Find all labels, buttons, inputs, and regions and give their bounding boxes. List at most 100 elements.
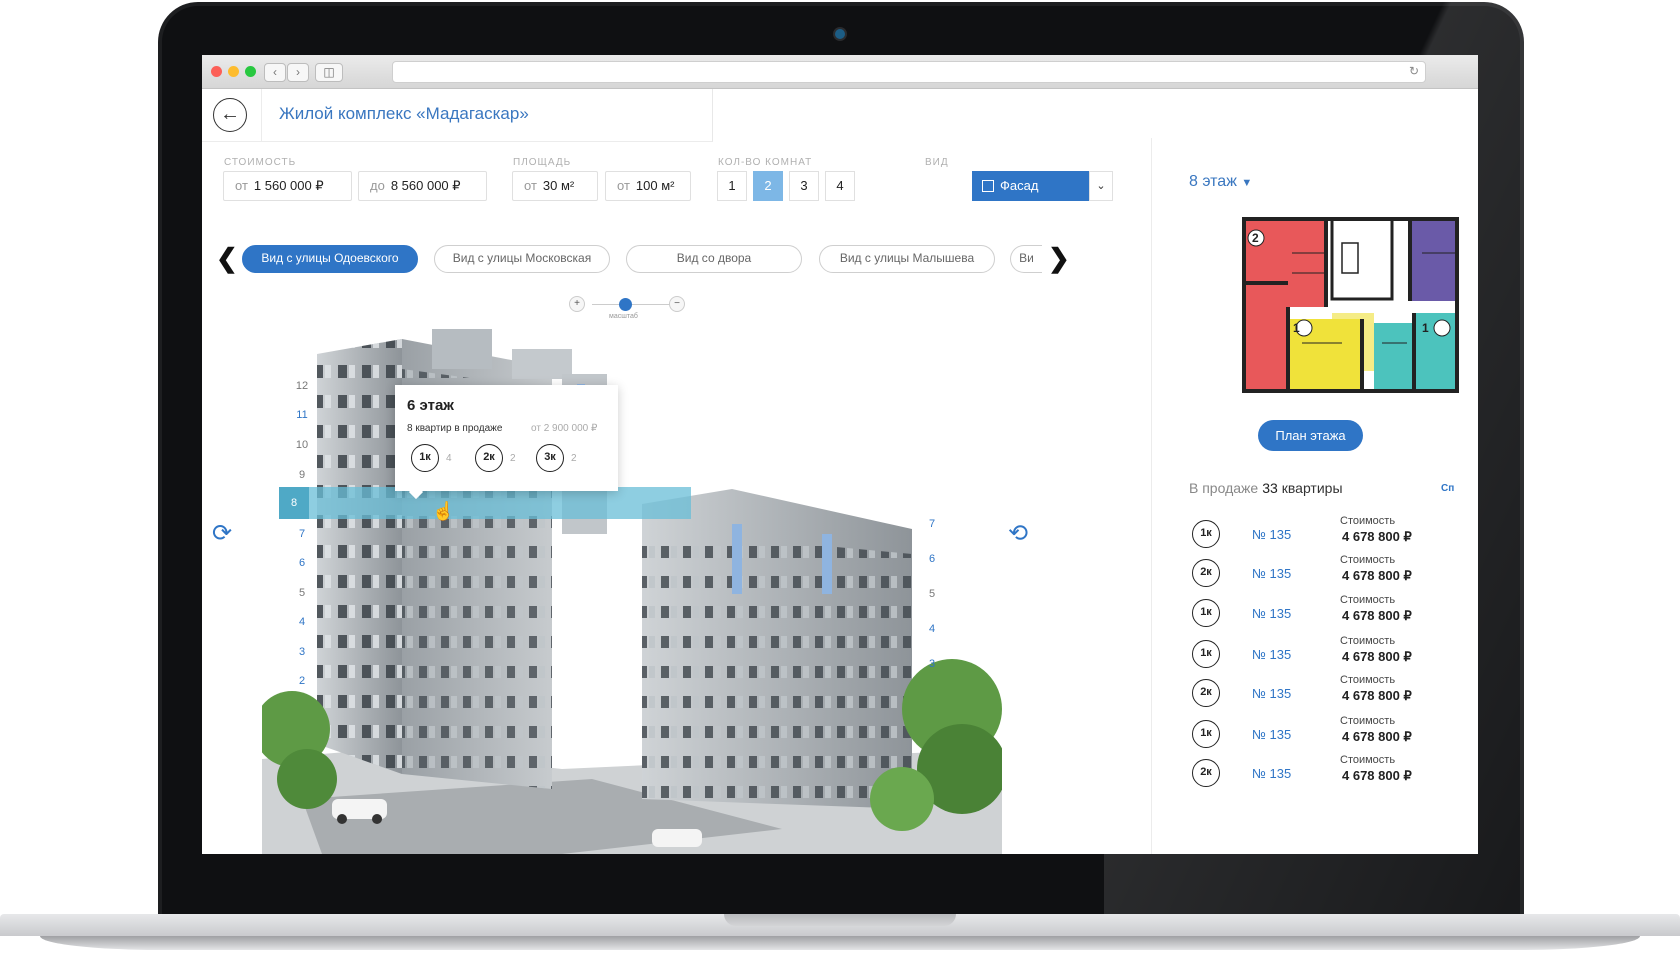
- floor-label-6[interactable]: 6: [292, 557, 312, 569]
- list-item[interactable]: 2к № 135 Стоимость 4 678 800 ₽: [1192, 674, 1462, 718]
- app-header: ← Жилой комплекс «Мадагаскар»: [202, 89, 713, 142]
- close-window-button[interactable]: [211, 66, 222, 77]
- chevron-down-icon: ▼: [1241, 177, 1253, 189]
- apartment-number[interactable]: № 135: [1252, 727, 1291, 742]
- floor-label-5[interactable]: 5: [292, 587, 312, 599]
- rooms-option-3[interactable]: 3: [789, 171, 819, 201]
- floor-plan[interactable]: 2 1 1: [1242, 213, 1478, 405]
- browser-back-button[interactable]: ‹: [264, 63, 286, 82]
- tab-view-partial[interactable]: Ви: [1010, 245, 1042, 273]
- zoom-slider-handle[interactable]: [619, 298, 632, 311]
- panel-divider: [1151, 138, 1152, 854]
- apartment-number[interactable]: № 135: [1252, 606, 1291, 621]
- floor-plan-button[interactable]: План этажа: [1258, 420, 1363, 451]
- tooltip-price: от 2 900 000 ₽: [531, 423, 598, 434]
- apartment-number[interactable]: № 135: [1252, 566, 1291, 581]
- area-to-field[interactable]: от 100 м²: [605, 171, 691, 201]
- list-item[interactable]: 2к № 135 Стоимость 4 678 800 ₽: [1192, 554, 1462, 598]
- room-type-badge: 1к: [1192, 599, 1220, 627]
- rotate-right-icon[interactable]: ⟲: [1008, 519, 1028, 548]
- floor-selector[interactable]: 8 этаж ▼: [1189, 173, 1252, 191]
- laptop-base: [0, 914, 1680, 965]
- tooltip-title: 6 этаж: [407, 397, 454, 414]
- price-filter-label: СТОИМОСТЬ: [224, 157, 297, 168]
- room-type-badge: 1к: [1192, 640, 1220, 668]
- area-from-field[interactable]: от 30 м²: [512, 171, 598, 201]
- floor-label-9[interactable]: 9: [292, 469, 312, 481]
- list-link[interactable]: Сп: [1441, 483, 1454, 494]
- tab-view-moskovskaya[interactable]: Вид с улицы Московская: [434, 245, 610, 273]
- address-bar[interactable]: ↻: [392, 61, 1426, 83]
- floor-label-right-5[interactable]: 5: [922, 588, 942, 600]
- room-type-badge: 2к: [1192, 679, 1220, 707]
- screen: ‹ › ◫ ↻ ← Жилой комплекс «Мадагаскар» СТ…: [202, 55, 1478, 854]
- laptop-notch: [724, 914, 956, 926]
- apartment-number[interactable]: № 135: [1252, 766, 1291, 781]
- tabs-next-arrow[interactable]: ❯: [1048, 243, 1070, 274]
- tooltip-badge-3k[interactable]: 3к: [536, 444, 564, 472]
- zoom-out-button[interactable]: −: [669, 296, 685, 312]
- room-type-badge: 1к: [1192, 520, 1220, 548]
- apartment-price: 4 678 800 ₽: [1342, 529, 1412, 544]
- zoom-label: масштаб: [609, 313, 638, 320]
- rooms-option-4[interactable]: 4: [825, 171, 855, 201]
- tab-view-odoevskogo[interactable]: Вид с улицы Одоевского: [242, 245, 418, 273]
- apartment-price: 4 678 800 ₽: [1342, 688, 1412, 703]
- floor-label-right-6[interactable]: 6: [922, 553, 942, 565]
- floor-label-3[interactable]: 3: [292, 646, 312, 658]
- floor-tooltip: 6 этаж 8 квартир в продаже от 2 900 000 …: [395, 385, 618, 500]
- tooltip-badge-1k[interactable]: 1к: [411, 444, 439, 472]
- tab-view-courtyard[interactable]: Вид со двора: [626, 245, 802, 273]
- floor-label-2[interactable]: 2: [292, 675, 312, 687]
- rooms-option-1[interactable]: 1: [717, 171, 747, 201]
- camera-icon: [835, 29, 845, 39]
- tabs-prev-arrow[interactable]: ❮: [216, 243, 238, 274]
- floor-label-4[interactable]: 4: [292, 616, 312, 628]
- floor-label-right-7[interactable]: 7: [922, 518, 942, 530]
- chevron-down-icon: ⌄: [1096, 180, 1106, 192]
- floor-label-7[interactable]: 7: [292, 528, 312, 540]
- tooltip-count-2k: 2: [510, 453, 516, 464]
- page-title: Жилой комплекс «Мадагаскар»: [279, 104, 529, 123]
- tooltip-badge-2k[interactable]: 2к: [475, 444, 503, 472]
- apartment-number[interactable]: № 135: [1252, 686, 1291, 701]
- plan-room-2-label: 2: [1252, 231, 1259, 245]
- view-dropdown-toggle[interactable]: ⌄: [1089, 171, 1113, 201]
- rooms-option-2[interactable]: 2: [753, 171, 783, 201]
- tooltip-count-3k: 2: [571, 453, 577, 464]
- list-item[interactable]: 2к № 135 Стоимость 4 678 800 ₽: [1192, 754, 1462, 798]
- back-button[interactable]: ←: [213, 98, 247, 132]
- highlighted-floor-band[interactable]: [279, 487, 691, 519]
- view-filter-label: ВИД: [925, 157, 949, 168]
- sidebar-toggle-button[interactable]: ◫: [315, 63, 343, 82]
- cursor-hand-icon: ☝: [432, 501, 455, 521]
- square-icon: [982, 180, 994, 192]
- floor-label-11[interactable]: 11: [292, 409, 312, 421]
- rotate-left-icon[interactable]: ⟳: [212, 519, 232, 548]
- list-item[interactable]: 1к № 135 Стоимость 4 678 800 ₽: [1192, 715, 1462, 759]
- tooltip-subtitle: 8 квартир в продаже: [407, 423, 503, 434]
- floor-label-10[interactable]: 10: [292, 439, 312, 451]
- list-item[interactable]: 1к № 135 Стоимость 4 678 800 ₽: [1192, 635, 1462, 679]
- room-type-badge: 1к: [1192, 720, 1220, 748]
- browser-forward-button[interactable]: ›: [287, 63, 309, 82]
- minimize-window-button[interactable]: [228, 66, 239, 77]
- price-to-field[interactable]: до 8 560 000 ₽: [358, 171, 487, 201]
- list-item[interactable]: 1к № 135 Стоимость 4 678 800 ₽: [1192, 515, 1462, 559]
- reload-icon[interactable]: ↻: [1409, 64, 1419, 78]
- floor-label-8[interactable]: 8: [279, 487, 309, 519]
- zoom-in-button[interactable]: +: [569, 296, 585, 312]
- floor-label-right-3[interactable]: 3: [922, 658, 942, 670]
- list-item[interactable]: 1к № 135 Стоимость 4 678 800 ₽: [1192, 594, 1462, 638]
- floor-label-right-4[interactable]: 4: [922, 623, 942, 635]
- floor-label-12[interactable]: 12: [292, 380, 312, 392]
- plan-room-1b-label: 1: [1422, 321, 1429, 335]
- apartment-number[interactable]: № 135: [1252, 527, 1291, 542]
- view-select-button[interactable]: Фасад: [972, 171, 1089, 201]
- tab-view-malysheva[interactable]: Вид с улицы Малышева: [819, 245, 995, 273]
- tooltip-count-1k: 4: [446, 453, 452, 464]
- price-from-field[interactable]: от 1 560 000 ₽: [223, 171, 352, 201]
- maximize-window-button[interactable]: [245, 66, 256, 77]
- apartment-number[interactable]: № 135: [1252, 647, 1291, 662]
- browser-chrome: ‹ › ◫ ↻: [202, 55, 1478, 89]
